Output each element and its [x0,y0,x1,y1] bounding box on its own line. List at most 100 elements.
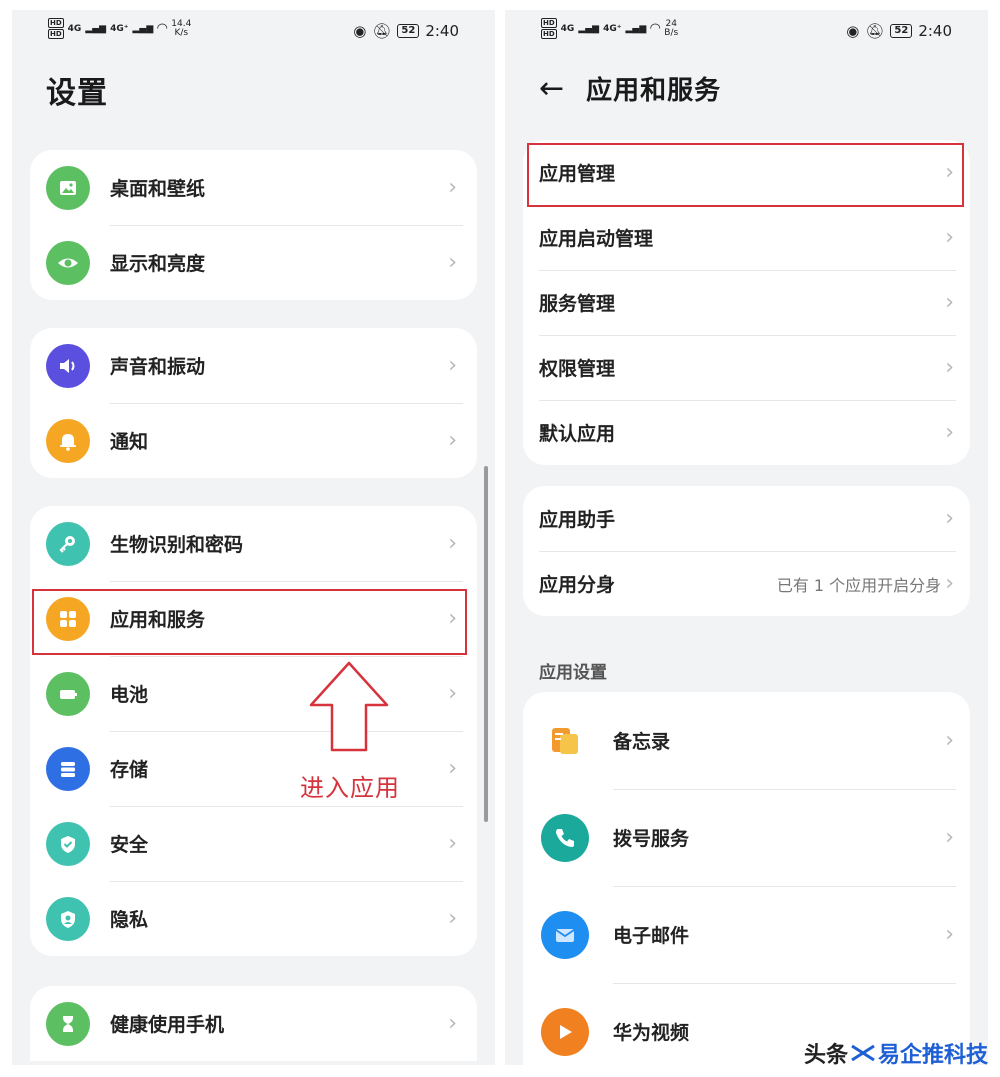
chevron-right-icon: › [448,428,457,453]
settings-item-label: 生物识别和密码 [110,534,244,556]
settings-item-label: 显示和亮度 [110,253,206,275]
app-item-memo[interactable]: 备忘录 › [523,692,970,789]
settings-item-battery[interactable]: 电池 › [30,656,477,731]
mute-icon: 🔕︎ [865,22,885,40]
settings-group: 健康使用手机 › [30,986,477,1061]
bell-icon [46,418,90,463]
hd-icon: HD [541,18,557,28]
watermark-text: 易企推科技 [877,1043,988,1068]
chevron-right-icon: › [448,681,457,706]
header: ← 应用和服务 [539,70,721,107]
network-speed: 14.4 K/s [171,18,192,38]
settings-item-label: 声音和振动 [110,356,206,378]
chevron-right-icon: › [448,756,457,781]
chevron-right-icon: › [945,922,954,947]
watermark: 头条 易企推科技 [804,1037,988,1069]
settings-item-label: 健康使用手机 [110,1014,225,1036]
settings-item-digital-balance[interactable]: 健康使用手机 › [30,986,477,1061]
arrow-up-icon [309,661,389,752]
speaker-icon [46,343,90,388]
menu-item-label: 默认应用 [539,423,616,445]
menu-item-default-apps[interactable]: 默认应用 › [523,400,970,465]
settings-item-biometrics[interactable]: 生物识别和密码 › [30,506,477,581]
apps-grid-icon [46,596,90,641]
network-speed: 24 B/s [664,18,679,38]
watermark-text: 头条 [803,1043,848,1068]
menu-item-app-assistant[interactable]: 应用助手 › [523,486,970,551]
settings-item-label: 电池 [110,684,149,706]
chevron-right-icon: › [448,606,457,631]
shield-icon [46,821,90,866]
wifi-icon: ◠ [650,21,661,36]
status-bar: HD HD 4G ▂▄▆ 4G⁺ ▂▄▆ ◠ 24 B/s ◉ 🔕︎ 52 2:4… [505,10,988,50]
clock: 2:40 [918,22,952,40]
settings-item-notification[interactable]: 通知 › [30,403,477,478]
signal-icon: ▂▄▆ [578,23,600,34]
settings-item-display[interactable]: 显示和亮度 › [30,225,477,300]
menu-item-label: 应用管理 [539,163,616,185]
mail-icon [541,910,589,959]
signal-icon: ▂▄▆ [85,23,107,34]
chevron-right-icon: › [448,1011,457,1036]
menu-item-service-management[interactable]: 服务管理 › [523,270,970,335]
apps-group: 应用管理 › 应用启动管理 › 服务管理 › 权限管理 › 默认应用 › [523,140,970,465]
wifi-icon: ◠ [157,21,168,36]
settings-item-label: 通知 [110,431,149,453]
status-bar: HD HD 4G ▂▄▆ 4G⁺ ▂▄▆ ◠ 14.4 K/s ◉ 🔕︎ 52 2… [12,10,495,50]
battery-icon [46,671,90,716]
menu-item-app-twin[interactable]: 应用分身 已有 1 个应用开启分身 › [523,551,970,616]
eye-comfort-icon: ◉ [846,22,860,40]
settings-item-label: 应用和服务 [110,609,206,631]
memo-icon [541,717,589,765]
eye-icon [46,240,90,285]
settings-item-privacy[interactable]: 隐私 › [30,881,477,956]
mute-icon: 🔕︎ [372,22,392,40]
settings-item-security[interactable]: 安全 › [30,806,477,881]
network-type: 4G⁺ [110,23,129,34]
settings-item-apps-services[interactable]: 应用和服务 › [30,581,477,656]
menu-item-app-management[interactable]: 应用管理 › [523,140,970,205]
network-type: 4G⁺ [603,23,622,34]
app-settings-list: 备忘录 › 拨号服务 › 电子邮件 › 华为视频 [523,692,970,1065]
signal-icon: ▂▄▆ [625,23,647,34]
back-arrow-icon[interactable]: ← [539,73,564,104]
settings-item-wallpaper[interactable]: 桌面和壁纸 › [30,150,477,225]
key-icon [46,521,90,566]
phone-icon [541,813,589,862]
privacy-icon [46,896,90,941]
settings-item-sound[interactable]: 声音和振动 › [30,328,477,403]
apps-group: 应用助手 › 应用分身 已有 1 个应用开启分身 › [523,486,970,616]
menu-item-app-launch[interactable]: 应用启动管理 › [523,205,970,270]
chevron-right-icon: › [945,225,954,250]
chevron-right-icon: › [945,825,954,850]
chevron-right-icon: › [945,290,954,315]
network-type: 4G [67,23,82,34]
page-title: 设置 [46,76,108,111]
chevron-right-icon: › [945,420,954,445]
chevron-right-icon: › [945,160,954,185]
chevron-right-icon: › [945,355,954,380]
hourglass-icon [46,1001,90,1046]
chevron-right-icon: › [945,728,954,753]
scrollbar[interactable] [484,466,488,822]
settings-item-storage[interactable]: 存储 › [30,731,477,806]
chevron-right-icon: › [448,831,457,856]
settings-item-label: 隐私 [110,909,149,931]
menu-item-permissions[interactable]: 权限管理 › [523,335,970,400]
app-item-email[interactable]: 电子邮件 › [523,886,970,983]
app-item-label: 电子邮件 [613,925,690,947]
wallpaper-icon [46,165,90,210]
chevron-right-icon: › [448,250,457,275]
menu-item-label: 应用分身 [539,574,616,596]
menu-item-label: 服务管理 [539,293,616,315]
storage-icon [46,746,90,791]
battery-level: 52 [890,24,913,38]
app-item-dialer[interactable]: 拨号服务 › [523,789,970,886]
menu-item-value: 已有 1 个应用开启分身 [776,575,942,595]
app-item-label: 备忘录 [613,731,671,753]
signal-icon: ▂▄▆ [132,23,154,34]
network-type: 4G [560,23,575,34]
logo-icon [851,1044,875,1062]
menu-item-label: 权限管理 [539,358,616,380]
apps-services-screen: HD HD 4G ▂▄▆ 4G⁺ ▂▄▆ ◠ 24 B/s ◉ 🔕︎ 52 2:4… [505,10,988,1065]
